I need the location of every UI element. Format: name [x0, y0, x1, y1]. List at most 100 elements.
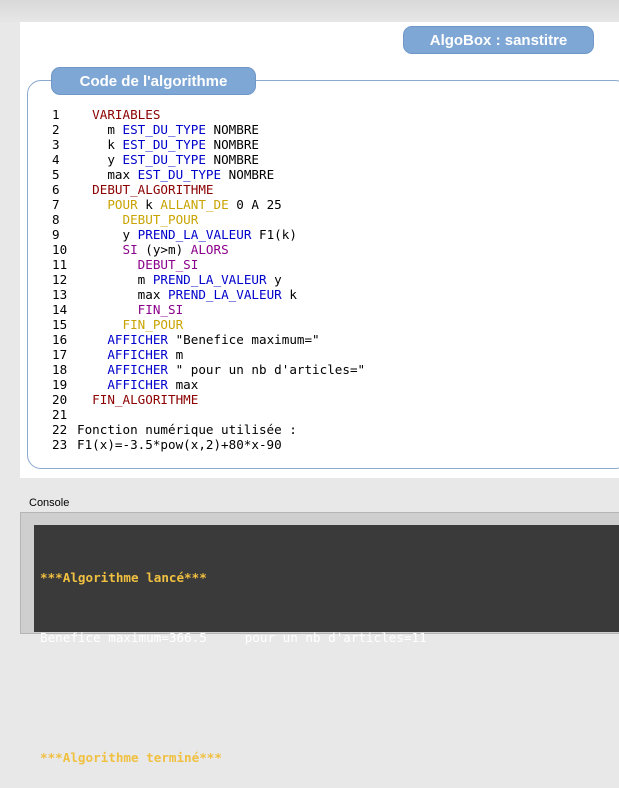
code-line[interactable]: 8 DEBUT_POUR [52, 212, 592, 227]
line-number: 23 [52, 437, 68, 452]
code-token: 0 A 25 [228, 197, 282, 212]
code-text: FIN_ALGORITHME [77, 392, 198, 407]
code-token: F1(x)=-3.5*pow(x,2)+80*x-90 [77, 437, 282, 452]
code-token: EST_DU_TYPE [137, 167, 222, 182]
line-number: 1 [52, 107, 60, 122]
code-line[interactable]: 9 y PREND_LA_VALEUR F1(k) [52, 227, 592, 242]
code-token: y [77, 227, 138, 242]
code-token: POUR [77, 197, 138, 212]
code-token: m [77, 272, 153, 287]
code-token: VARIABLES [77, 107, 161, 122]
code-token: max [168, 377, 199, 392]
code-line[interactable]: 10 SI (y>m) ALORS [52, 242, 592, 257]
code-text: y PREND_LA_VALEUR F1(k) [77, 227, 296, 242]
code-token: NOMBRE [205, 152, 259, 167]
code-text: AFFICHER max [77, 377, 198, 392]
line-number: 4 [52, 152, 60, 167]
code-line[interactable]: 3 k EST_DU_TYPE NOMBRE [52, 137, 592, 152]
line-number: 14 [52, 302, 68, 317]
code-text: y EST_DU_TYPE NOMBRE [77, 152, 259, 167]
code-token: ALORS [190, 242, 229, 257]
code-text: k EST_DU_TYPE NOMBRE [77, 137, 259, 152]
code-token: y [266, 272, 282, 287]
code-token: k [77, 137, 123, 152]
code-token: DEBUT_POUR [77, 212, 199, 227]
code-token: y [77, 152, 123, 167]
console-result-line: Benefice maximum=366.5 pour un nb d'arti… [40, 630, 427, 645]
code-line[interactable]: 14 FIN_SI [52, 302, 592, 317]
code-line[interactable]: 2 m EST_DU_TYPE NOMBRE [52, 122, 592, 137]
code-text: VARIABLES [77, 107, 160, 122]
code-text: FIN_POUR [77, 317, 183, 332]
code-text: AFFICHER m [77, 347, 183, 362]
code-text: SI (y>m) ALORS [77, 242, 229, 257]
line-number: 12 [52, 272, 68, 287]
code-line[interactable]: 11 DEBUT_SI [52, 257, 592, 272]
code-line[interactable]: 4 y EST_DU_TYPE NOMBRE [52, 152, 592, 167]
code-line[interactable]: 13 max PREND_LA_VALEUR k [52, 287, 592, 302]
code-token: "Benefice maximum=" [168, 332, 320, 347]
code-line[interactable]: 23 F1(x)=-3.5*pow(x,2)+80*x-90 [52, 437, 592, 452]
code-text: AFFICHER " pour un nb d'articles=" [77, 362, 365, 377]
line-number: 13 [52, 287, 68, 302]
code-line[interactable]: 18 AFFICHER " pour un nb d'articles=" [52, 362, 592, 377]
console-label: Console [29, 497, 70, 509]
code-token: NOMBRE [205, 137, 259, 152]
code-token: NOMBRE [205, 122, 259, 137]
line-number: 10 [52, 242, 68, 257]
code-text: max EST_DU_TYPE NOMBRE [77, 167, 274, 182]
code-text: DEBUT_POUR [77, 212, 198, 227]
code-text: F1(x)=-3.5*pow(x,2)+80*x-90 [77, 437, 282, 452]
code-text: AFFICHER "Benefice maximum=" [77, 332, 320, 347]
code-token: (y>m) [137, 242, 191, 257]
code-line[interactable]: 1 VARIABLES [52, 107, 592, 122]
line-number: 18 [52, 362, 68, 377]
line-number: 9 [52, 227, 60, 242]
code-token: m [77, 122, 123, 137]
code-line[interactable]: 19 AFFICHER max [52, 377, 592, 392]
code-line[interactable]: 7 POUR k ALLANT_DE 0 A 25 [52, 197, 592, 212]
line-number: 11 [52, 257, 68, 272]
code-line[interactable]: 20 FIN_ALGORITHME [52, 392, 592, 407]
code-token: FIN_POUR [77, 317, 184, 332]
console-end-message: ***Algorithme terminé*** [40, 750, 222, 765]
line-number: 17 [52, 347, 68, 362]
code-line[interactable]: 6 DEBUT_ALGORITHME [52, 182, 592, 197]
code-token: m [168, 347, 184, 362]
code-token: PREND_LA_VALEUR [137, 227, 252, 242]
code-token: k [281, 287, 297, 302]
line-number: 7 [52, 197, 60, 212]
code-line[interactable]: 12 m PREND_LA_VALEUR y [52, 272, 592, 287]
line-number: 15 [52, 317, 68, 332]
code-token: PREND_LA_VALEUR [152, 272, 267, 287]
line-number: 2 [52, 122, 60, 137]
code-line[interactable]: 22 Fonction numérique utilisée : [52, 422, 592, 437]
code-text: POUR k ALLANT_DE 0 A 25 [77, 197, 282, 212]
code-token: AFFICHER [77, 332, 168, 347]
code-text: max PREND_LA_VALEUR k [77, 287, 297, 302]
line-number: 21 [52, 407, 68, 422]
line-number: 16 [52, 332, 68, 347]
top-strip [0, 0, 619, 22]
code-token: max [77, 287, 168, 302]
code-line[interactable]: 15 FIN_POUR [52, 317, 592, 332]
code-text: Fonction numérique utilisée : [77, 422, 297, 437]
code-text: m PREND_LA_VALEUR y [77, 272, 282, 287]
code-line[interactable]: 5 max EST_DU_TYPE NOMBRE [52, 167, 592, 182]
code-token: DEBUT_ALGORITHME [77, 182, 214, 197]
code-token: EST_DU_TYPE [122, 152, 206, 167]
code-token: AFFICHER [77, 377, 168, 392]
code-text: FIN_SI [77, 302, 184, 317]
code-token: PREND_LA_VALEUR [168, 287, 282, 302]
code-token: max [77, 167, 138, 182]
window-title-badge: AlgoBox : sanstitre [403, 26, 594, 54]
code-line[interactable]: 16 AFFICHER "Benefice maximum=" [52, 332, 592, 347]
code-token: NOMBRE [221, 167, 275, 182]
code-token: " pour un nb d'articles=" [168, 362, 366, 377]
code-token: DEBUT_SI [77, 257, 199, 272]
line-number: 3 [52, 137, 60, 152]
code-token: Fonction numérique utilisée : [77, 422, 297, 437]
code-line[interactable]: 21 [52, 407, 592, 422]
console-output[interactable]: ***Algorithme lancé*** Benefice maximum=… [34, 525, 619, 765]
code-line[interactable]: 17 AFFICHER m [52, 347, 592, 362]
